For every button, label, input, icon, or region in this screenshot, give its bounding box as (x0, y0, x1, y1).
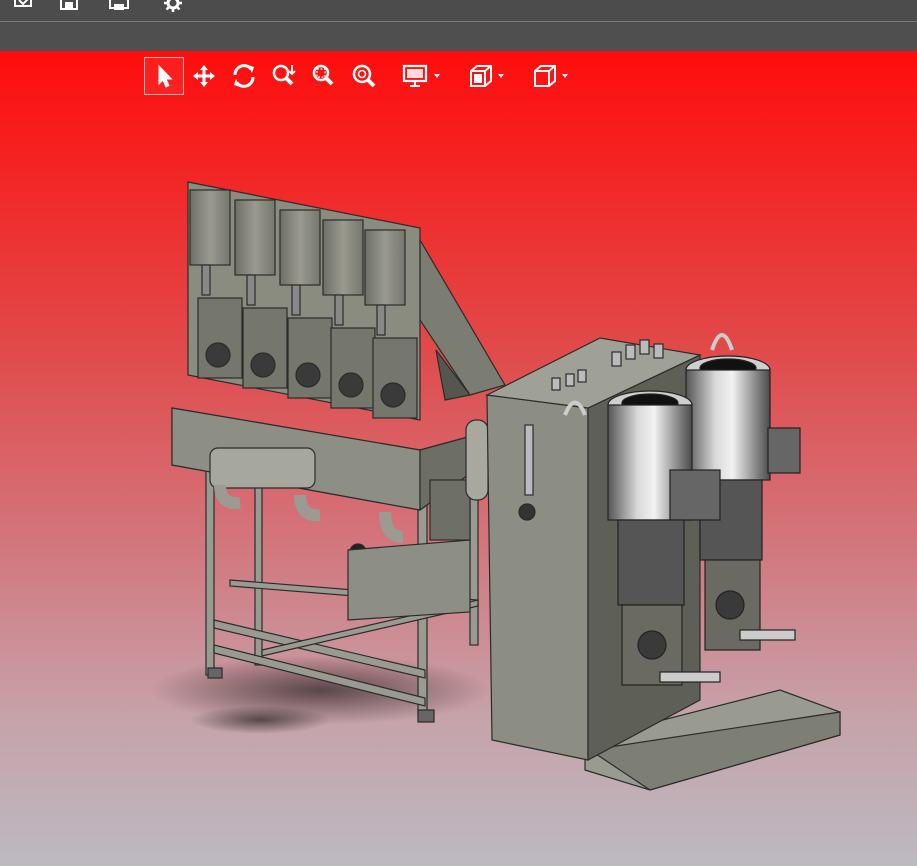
ribbon-bar (0, 22, 917, 51)
cad-model[interactable] (0, 51, 917, 866)
settings-icon[interactable] (160, 0, 186, 14)
floor-shadow (190, 706, 330, 734)
save-icon[interactable] (56, 0, 82, 14)
open-icon[interactable] (10, 0, 36, 14)
motors (607, 355, 801, 686)
3d-viewport[interactable] (0, 51, 917, 866)
app-title-bar (0, 0, 917, 22)
print-icon[interactable] (106, 0, 132, 14)
